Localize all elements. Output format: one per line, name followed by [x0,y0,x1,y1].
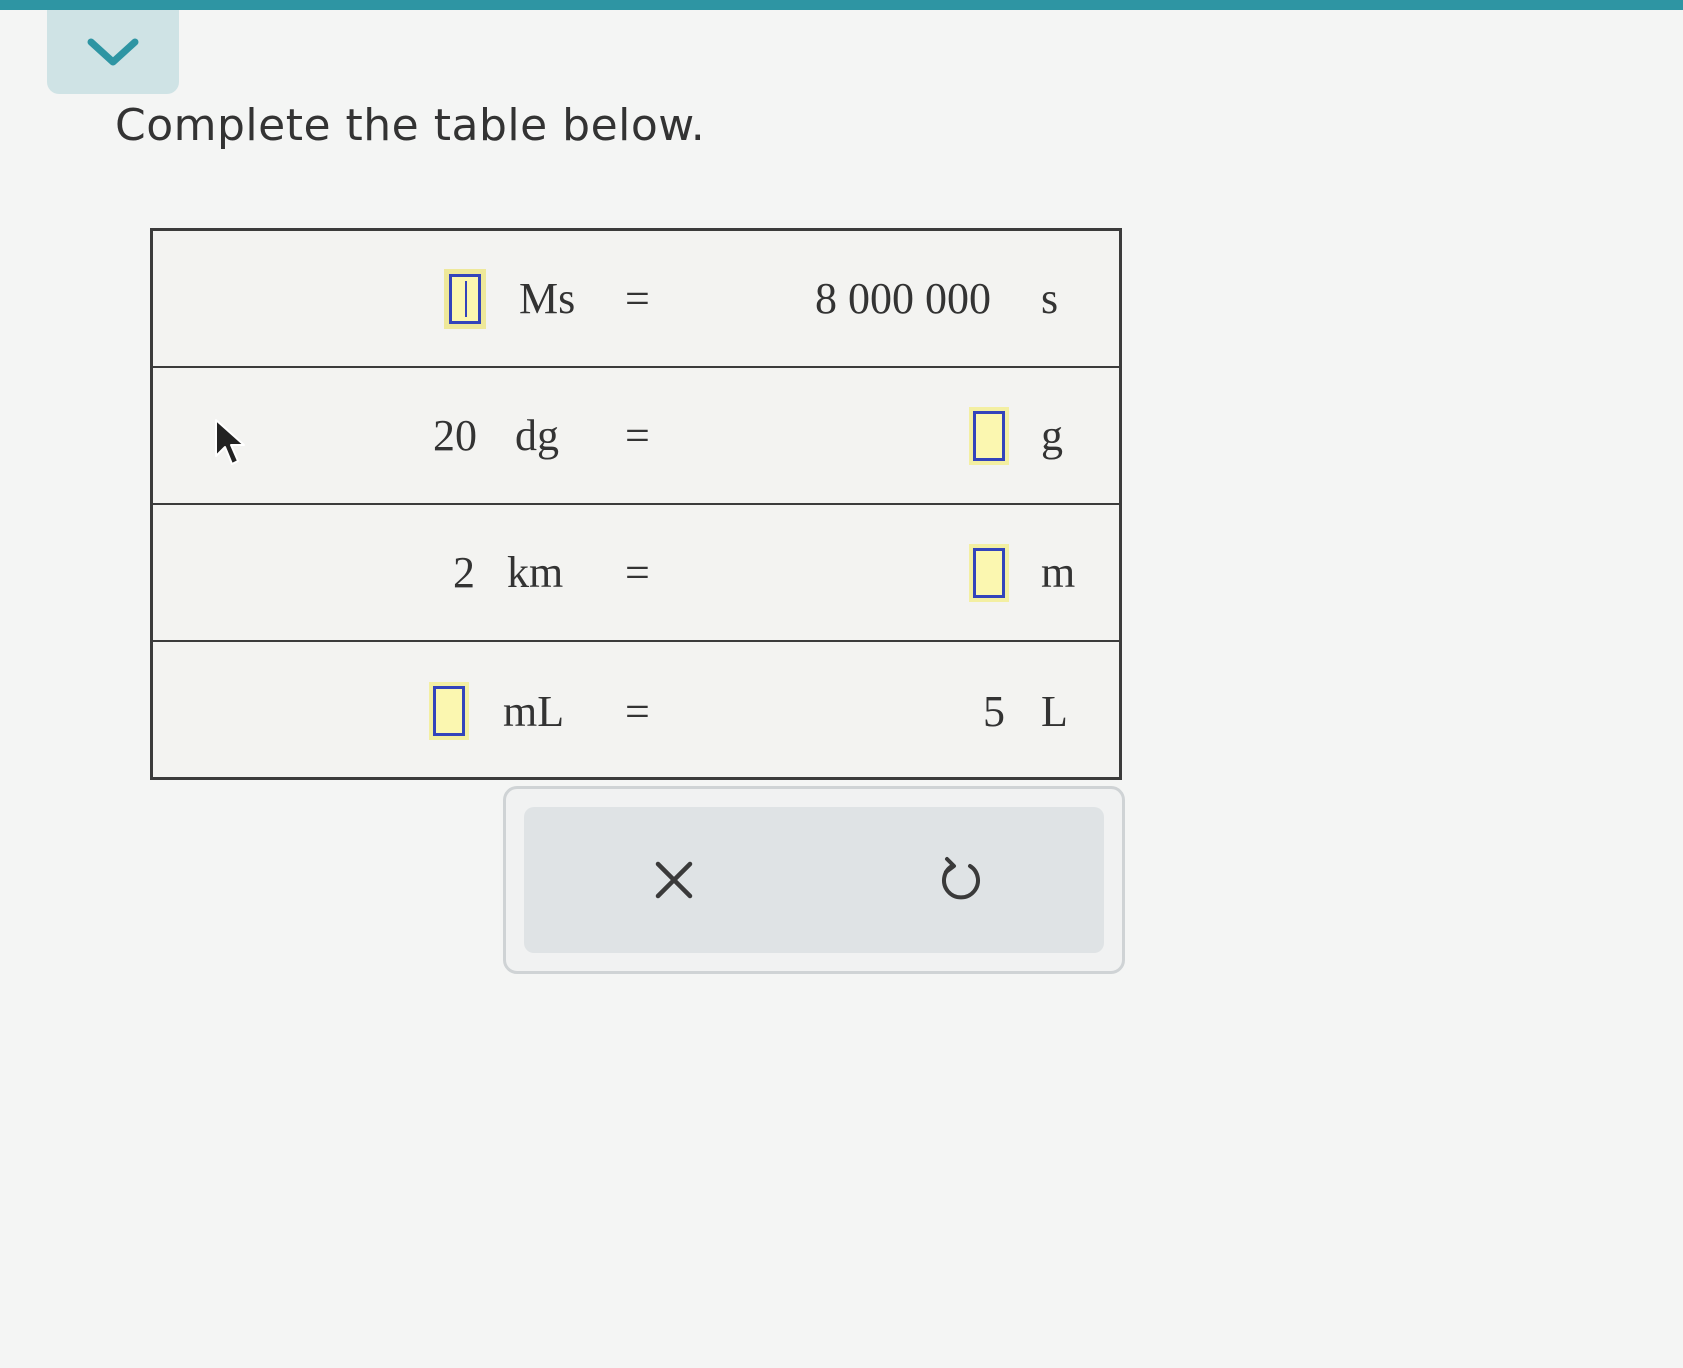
action-button-bar [524,807,1104,953]
left-value: 20 [433,411,477,460]
left-unit: dg [515,411,559,460]
collapse-button[interactable] [47,10,179,94]
answer-input-m[interactable] [973,547,1005,598]
left-unit: mL [503,686,565,736]
undo-icon [942,857,980,900]
answer-input-g[interactable] [973,410,1005,461]
chevron-down-icon [87,38,139,66]
answer-input-ms[interactable] [449,273,481,324]
close-icon [655,861,693,899]
table-row: mL = 5 L [153,642,1119,780]
equals-sign: = [625,274,650,323]
right-unit: s [1041,274,1059,323]
top-accent-bar [0,0,1683,10]
right-unit: g [1041,411,1063,460]
answer-input-ml[interactable] [433,686,465,736]
text-caret [465,280,467,317]
left-value: 2 [453,548,475,597]
left-unit: km [507,548,564,597]
table-row: 20 dg = g [153,368,1119,505]
right-unit: L [1041,686,1068,736]
table-row: 2 km = m [153,505,1119,642]
right-value: 8 000 000 [815,274,991,323]
equals-sign: = [625,548,650,597]
equals-sign: = [625,411,650,460]
undo-button[interactable] [900,807,1020,953]
right-unit: m [1041,548,1076,597]
action-panel [503,786,1125,974]
right-value: 5 [983,686,1005,736]
left-unit: Ms [519,274,576,323]
clear-button[interactable] [614,807,734,953]
conversion-table: Ms = 8 000 000 s 20 dg = g 2 km = m mL =… [150,228,1122,780]
instruction-text: Complete the table below. [115,100,706,151]
mouse-pointer-icon [215,419,245,465]
equals-sign: = [625,686,650,736]
table-row: Ms = 8 000 000 s [153,231,1119,368]
